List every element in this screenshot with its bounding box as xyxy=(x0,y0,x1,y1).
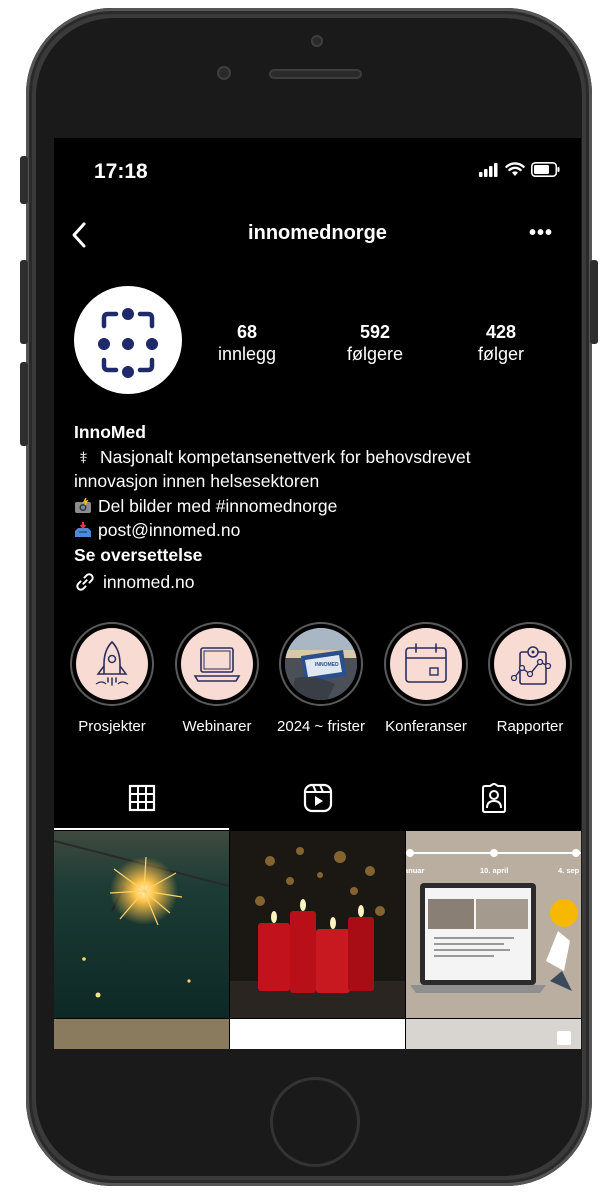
profile-header: innomednorge ••• xyxy=(54,216,581,256)
timeline-label-left: anuar xyxy=(406,866,425,875)
highlight-ring: INNOMED xyxy=(279,622,363,706)
stat-followers-label: følgere xyxy=(346,344,404,364)
earpiece-speaker xyxy=(269,69,362,79)
candles-photo xyxy=(230,831,405,1018)
highlight-label: Konferanser xyxy=(385,718,467,735)
volume-up-button xyxy=(20,260,28,344)
app-screen: 17:18 innomednorge ••• 68 innlegg 592 fø… xyxy=(54,138,581,1049)
stat-following-label: følger xyxy=(477,344,524,364)
stat-followers-value: 592 xyxy=(359,322,391,342)
highlight-konferanser[interactable]: Konferanser xyxy=(374,622,478,735)
highlight-cover: INNOMED xyxy=(285,628,357,700)
rocket-icon xyxy=(95,640,129,686)
post-white[interactable] xyxy=(230,1019,405,1049)
grid-icon xyxy=(128,784,155,812)
highlight-cover xyxy=(494,628,566,700)
laptop-photo-image: INNOMED xyxy=(285,628,357,700)
highlight-label: Webinarer xyxy=(182,718,252,735)
website-link[interactable]: innomed.no xyxy=(103,572,194,592)
stat-following[interactable]: 428 følger xyxy=(456,322,546,365)
bio-line-1: Nasjonalt kompetansenettverk for behovsd… xyxy=(100,446,471,467)
wifi-icon xyxy=(505,162,525,176)
highlight-label: Rapporter xyxy=(496,718,564,735)
highlight-webinarer[interactable]: Webinarer xyxy=(165,622,269,735)
stat-posts-value: 68 xyxy=(236,322,258,342)
power-button xyxy=(590,260,598,344)
timeline-label-mid: 10. april xyxy=(480,866,509,875)
innomed-logo-icon xyxy=(98,308,158,378)
proximity-sensor xyxy=(217,66,231,80)
bio-email-line: post@innomed.no xyxy=(74,518,564,543)
bio-line: Nasjonalt kompetansenettverk for behovsd… xyxy=(74,445,564,470)
laptop-icon xyxy=(193,647,241,682)
highlight-frister[interactable]: INNOMED 2024 ~ frister xyxy=(269,622,373,735)
post-sparkler[interactable] xyxy=(54,831,229,1018)
profile-username: innomednorge xyxy=(248,222,387,244)
status-time: 17:18 xyxy=(94,160,148,183)
caduceus-icon xyxy=(80,451,87,463)
highlight-label: Prosjekter xyxy=(78,718,146,735)
profile-name: InnoMed xyxy=(74,422,146,442)
post-timeline[interactable]: anuar 10. april 4. sep xyxy=(406,831,581,1018)
highlight-rapporter[interactable]: Rapporter xyxy=(478,622,581,735)
calendar-icon xyxy=(405,643,447,683)
bio-email[interactable]: post@innomed.no xyxy=(98,520,240,540)
battery-icon xyxy=(531,162,560,177)
post-candles[interactable] xyxy=(230,831,405,1018)
status-bar: 17:18 xyxy=(54,138,581,198)
highlight-label: 2024 ~ frister xyxy=(277,718,365,735)
highlight-prosjekter[interactable]: Prosjekter xyxy=(60,622,164,735)
tab-posts-grid[interactable] xyxy=(54,778,229,830)
volume-down-button xyxy=(20,362,28,446)
highlight-ring xyxy=(488,622,572,706)
bio-photo-text: Del bilder med #innomednorge xyxy=(98,495,338,516)
link-icon xyxy=(76,573,94,591)
reels-icon xyxy=(303,783,332,813)
story-highlights: Prosjekter Webinarer INNOMED 2024 ~ fris… xyxy=(54,622,581,742)
tab-reels[interactable] xyxy=(230,778,405,830)
report-icon xyxy=(510,646,552,685)
bio-photo-line: Del bilder med #innomednorge xyxy=(74,494,564,519)
front-camera xyxy=(311,35,323,47)
profile-tabs xyxy=(54,778,581,830)
silent-switch xyxy=(20,156,28,204)
svg-text:INNOMED: INNOMED xyxy=(315,662,339,668)
bio-line-2: innovasjon innen helsesektoren xyxy=(74,471,320,491)
status-icons xyxy=(479,162,561,177)
highlight-ring xyxy=(384,622,468,706)
highlight-cover xyxy=(181,628,253,700)
website-link-row[interactable]: innomed.no xyxy=(74,570,564,595)
signal-icon xyxy=(479,162,498,177)
active-tab-indicator xyxy=(54,828,229,830)
timeline-photo xyxy=(406,831,581,1018)
profile-bio: InnoMed Nasjonalt kompetansenettverk for… xyxy=(74,420,564,595)
more-options-icon[interactable]: ••• xyxy=(529,222,553,245)
highlight-ring xyxy=(175,622,259,706)
tab-tagged[interactable] xyxy=(406,778,581,830)
profile-avatar[interactable] xyxy=(74,286,182,394)
stat-posts-label: innlegg xyxy=(217,344,277,364)
translate-link[interactable]: Se oversettelse xyxy=(74,543,564,568)
home-button[interactable] xyxy=(270,1077,360,1167)
timeline-label-right: 4. sep xyxy=(558,866,580,875)
post-sand[interactable] xyxy=(54,1019,229,1049)
sparkler-photo xyxy=(54,831,229,1018)
multi-post-icon xyxy=(557,1031,571,1045)
stat-following-value: 428 xyxy=(485,322,517,342)
highlight-cover xyxy=(390,628,462,700)
highlight-ring xyxy=(70,622,154,706)
post-ceiling[interactable] xyxy=(406,1019,581,1049)
camera-flash-icon xyxy=(75,497,91,513)
posts-grid: anuar 10. april 4. sep xyxy=(54,831,581,1049)
stat-followers[interactable]: 592 følgere xyxy=(330,322,420,365)
stat-posts[interactable]: 68 innlegg xyxy=(202,322,292,365)
inbox-tray-icon xyxy=(75,522,91,537)
tagged-person-icon xyxy=(481,783,506,813)
highlight-cover xyxy=(76,628,148,700)
